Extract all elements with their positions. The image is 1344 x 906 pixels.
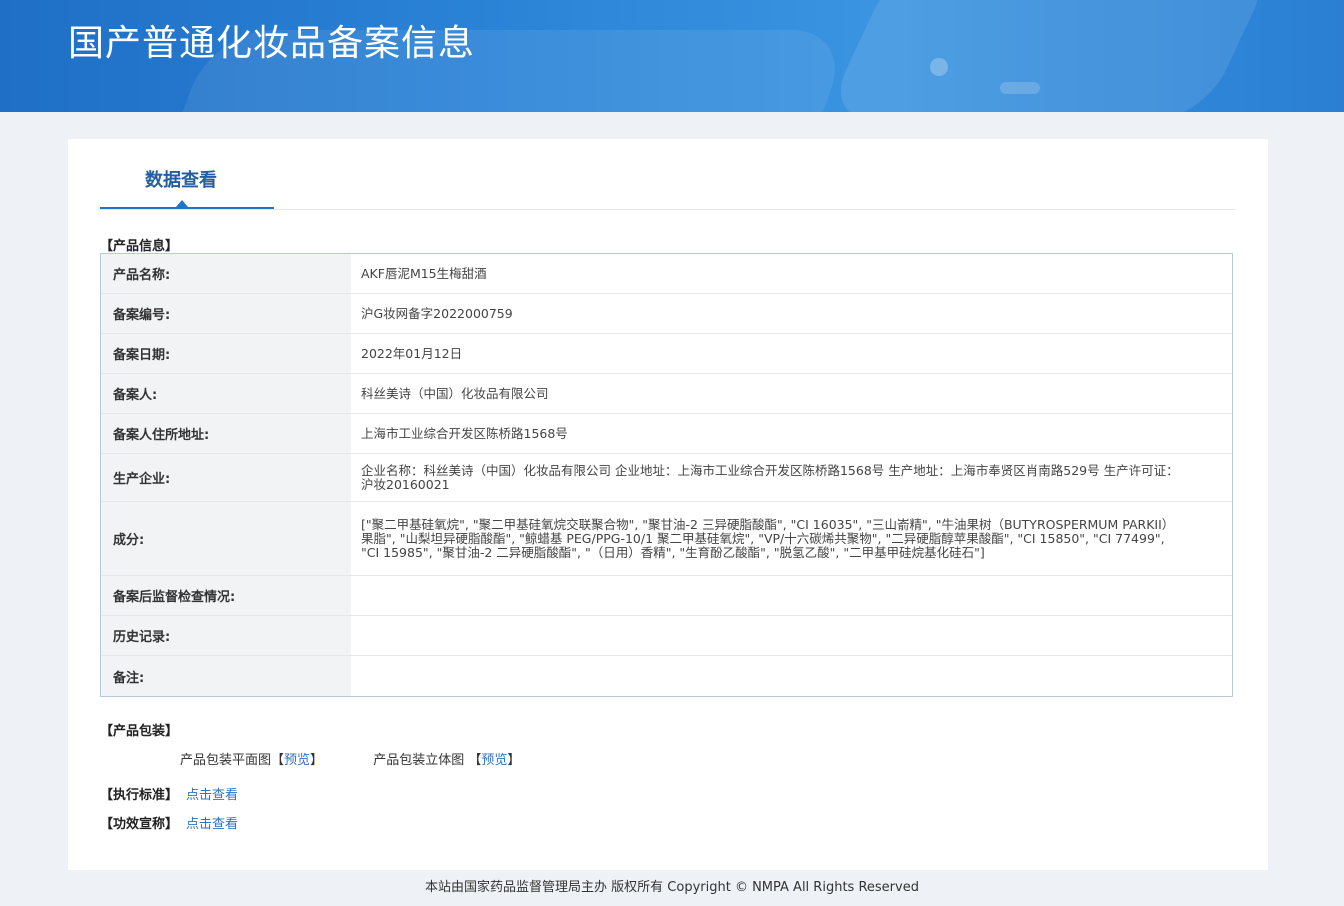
- row-label: 产品名称:: [101, 254, 351, 293]
- row-label: 生产企业:: [101, 454, 351, 501]
- header-decoration: [822, 0, 1278, 112]
- tab-bar: 数据查看: [100, 139, 1235, 210]
- packaging-3d: 产品包装立体图 【预览】: [373, 753, 520, 768]
- efficacy-view-link[interactable]: 点击查看: [186, 817, 238, 832]
- row-label: 历史记录:: [101, 616, 351, 655]
- row-value: 科丝美诗（中国）化妆品有限公司: [361, 385, 549, 401]
- table-row: 备案人: 科丝美诗（中国）化妆品有限公司: [101, 374, 1232, 414]
- packaging-3d-label: 产品包装立体图: [373, 753, 465, 768]
- standard-view-link[interactable]: 点击查看: [186, 788, 238, 803]
- row-label: 成分:: [101, 502, 351, 575]
- table-row: 备案日期: 2022年01月12日: [101, 334, 1232, 374]
- row-value: ["聚二甲基硅氧烷", "聚二甲基硅氧烷交联聚合物", "聚甘油-2 三异硬脂酸…: [361, 516, 1175, 560]
- row-label: 备案人:: [101, 374, 351, 413]
- section-title-efficacy: 【功效宣称】: [100, 817, 179, 832]
- section-title-product-info: 【产品信息】: [100, 239, 179, 254]
- row-label: 备注:: [101, 656, 351, 696]
- preview-3d-link[interactable]: 预览: [481, 753, 507, 768]
- header-decoration: [1000, 82, 1040, 94]
- bracket-open: 【: [271, 753, 285, 768]
- table-row: 备案后监督检查情况:: [101, 576, 1232, 616]
- table-row: 备案人住所地址: 上海市工业综合开发区陈桥路1568号: [101, 414, 1232, 454]
- footer-copyright: 本站由国家药品监督管理局主办 版权所有 Copyright © NMPA All…: [425, 880, 919, 895]
- bracket-close: 】: [507, 753, 521, 768]
- bracket-open: 【: [468, 753, 482, 768]
- product-info-table: 产品名称: AKF唇泥M15生梅甜酒 备案编号: 沪G妆网备字202200075…: [100, 253, 1233, 697]
- header-decoration: [930, 58, 948, 76]
- row-value: 2022年01月12日: [361, 345, 463, 361]
- tab-data-view[interactable]: 数据查看: [100, 139, 274, 209]
- packaging-links: 产品包装平面图【预览】 产品包装立体图 【预览】: [180, 749, 566, 768]
- bracket-close: 】: [310, 753, 324, 768]
- row-label: 备案人住所地址:: [101, 414, 351, 453]
- table-row: 备注:: [101, 656, 1232, 696]
- table-row: 备案编号: 沪G妆网备字2022000759: [101, 294, 1232, 334]
- row-value: [351, 616, 1232, 655]
- section-title-standard: 【执行标准】: [100, 788, 179, 803]
- page-title: 国产普通化妆品备案信息: [68, 23, 476, 64]
- page-header: 国产普通化妆品备案信息: [0, 0, 1344, 112]
- tab-label: 数据查看: [145, 170, 217, 191]
- packaging-flat: 产品包装平面图【预览】: [180, 753, 327, 768]
- row-label: 备案编号:: [101, 294, 351, 333]
- table-row: 产品名称: AKF唇泥M15生梅甜酒: [101, 254, 1232, 294]
- table-row: 成分: ["聚二甲基硅氧烷", "聚二甲基硅氧烷交联聚合物", "聚甘油-2 三…: [101, 502, 1232, 576]
- row-value: 上海市工业综合开发区陈桥路1568号: [361, 425, 568, 441]
- efficacy-line: 【功效宣称】 点击查看: [100, 813, 238, 832]
- standard-line: 【执行标准】 点击查看: [100, 784, 238, 803]
- table-row: 生产企业: 企业名称：科丝美诗（中国）化妆品有限公司 企业地址：上海市工业综合开…: [101, 454, 1232, 502]
- preview-flat-link[interactable]: 预览: [284, 753, 310, 768]
- row-value: 企业名称：科丝美诗（中国）化妆品有限公司 企业地址：上海市工业综合开发区陈桥路1…: [361, 462, 1179, 492]
- row-value: [351, 656, 1232, 696]
- row-value: AKF唇泥M15生梅甜酒: [361, 265, 487, 281]
- caret-up-icon: [176, 200, 188, 207]
- content-panel: 数据查看 【产品信息】 产品名称: AKF唇泥M15生梅甜酒 备案编号: 沪G妆…: [68, 139, 1268, 870]
- table-row: 历史记录:: [101, 616, 1232, 656]
- row-label: 备案日期:: [101, 334, 351, 373]
- row-label: 备案后监督检查情况:: [101, 576, 351, 615]
- row-value: 沪G妆网备字2022000759: [361, 305, 513, 321]
- section-title-packaging: 【产品包装】: [100, 724, 179, 739]
- packaging-flat-label: 产品包装平面图: [180, 753, 272, 768]
- row-value: [351, 576, 1232, 615]
